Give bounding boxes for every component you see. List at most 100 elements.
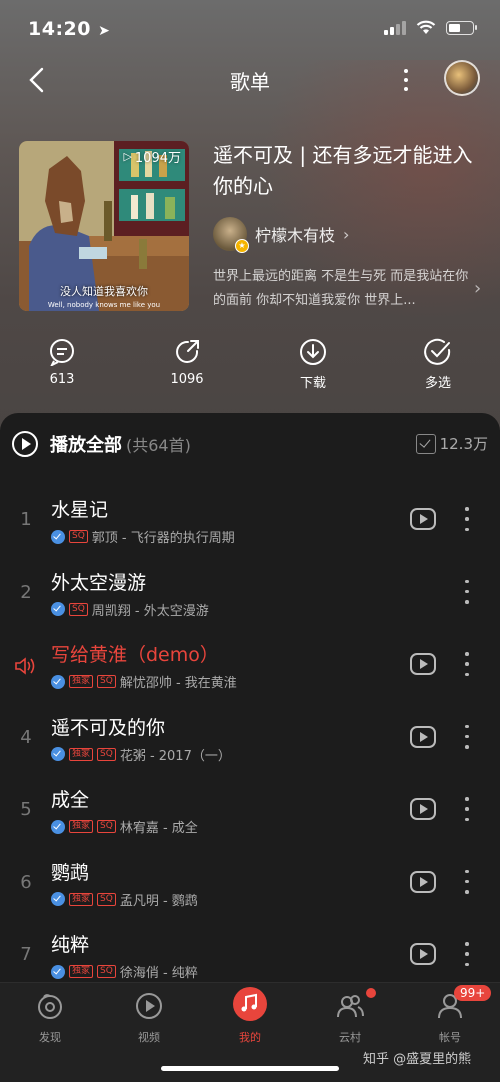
action-bar: 613 1096 下载 多选 [0,338,500,398]
song-title: 写给黄淮（demo） [51,644,219,666]
mv-play-icon[interactable] [410,870,436,893]
song-artist-album: 郭顶 - 飞行器的执行周期 [91,531,235,546]
song-row[interactable]: 2 外太空漫游 SQ 周凯翔 - 外太空漫游 [0,558,500,630]
notification-dot [366,988,376,998]
song-meta: 独家 SQ 花粥 - 2017（一） [51,745,231,764]
download-button[interactable]: 下载 [273,338,353,391]
song-row[interactable]: 6 鹦鹉 独家 SQ 孟凡明 - 鹦鹉 [0,848,500,920]
mv-play-icon[interactable] [410,653,436,675]
song-row[interactable]: 4 遥不可及的你 独家 SQ 花粥 - 2017（一） [0,703,500,775]
battery-icon [446,20,477,35]
tab-mine-label: 我的 [239,1031,261,1044]
song-artist-album: 周凯翔 - 外太空漫游 [91,603,209,619]
quality-tag: SQ [69,530,88,543]
playlist-cover[interactable]: ▷ 1094万 没人知道我喜欢你 Well, nobody knows me l… [19,141,189,311]
quality-tag: SQ [97,820,116,833]
quality-tag: SQ [97,965,116,978]
more-icon[interactable] [463,724,471,749]
verified-icon [51,602,65,616]
song-row[interactable]: 1 水星记 SQ 郭顶 - 飞行器的执行周期 [0,485,500,557]
avatar[interactable] [444,60,480,96]
chevron-right-icon[interactable]: › [474,278,481,299]
song-meta: SQ 周凯翔 - 外太空漫游 [51,600,209,619]
song-title: 鹦鹉 [51,861,90,884]
song-index: 7 [20,944,32,965]
song-row[interactable]: 5 成全 独家 SQ 林宥嘉 - 成全 [0,775,500,847]
song-artist-album: 林宥嘉 - 成全 [119,821,198,836]
mv-play-icon[interactable] [410,943,436,965]
song-index: 4 [20,726,32,748]
more-icon[interactable] [463,942,471,966]
song-index: 5 [20,799,32,820]
status-time: 14:20 ➤ [28,18,111,40]
playlist-description[interactable]: 世界上最远的距离 不是生与死 而是我站在你的面前 你却不知道我爱你 世界上... [213,265,478,313]
download-icon [300,339,326,365]
check-circle-icon [424,338,451,365]
verified-icon [51,674,65,689]
more-icon[interactable] [463,797,471,821]
more-icon[interactable] [395,64,417,96]
quality-tag: 独家 [69,820,94,833]
quality-tag: 独家 [69,675,94,688]
play-all-label: 播放全部 [50,435,122,456]
song-title: 遥不可及的你 [51,716,166,739]
page-title: 歌单 [230,70,270,94]
song-meta: 独家 SQ 林宥嘉 - 成全 [51,817,198,836]
collect-icon [415,433,436,454]
more-icon[interactable] [463,869,471,894]
quality-tag: SQ [69,602,88,616]
wifi-icon [416,20,436,34]
song-artist-album: 孟凡明 - 鹦鹉 [119,893,198,909]
quality-tag: 独家 [69,747,94,761]
discover-icon [38,994,62,1019]
quality-tag: SQ [97,892,116,906]
home-indicator[interactable] [161,1066,339,1071]
download-label: 下载 [299,376,326,391]
comment-count: 613 [49,372,75,387]
song-meta: 独家 SQ 徐海俏 - 纯粹 [51,962,198,981]
tab-village[interactable]: 云村 [315,991,385,1045]
tab-discover[interactable]: 发现 [15,991,85,1045]
tab-video-label: 视频 [138,1031,160,1044]
more-icon[interactable] [463,507,471,531]
tab-village-label: 云村 [339,1031,361,1044]
collect-button[interactable]: 12.3万 [415,433,488,454]
song-title: 纯粹 [51,934,90,956]
verified-icon [51,529,65,544]
play-all-button[interactable]: 播放全部 (共64首) [12,429,191,459]
tab-video[interactable]: 视频 [114,991,184,1045]
play-circle-icon [12,431,38,457]
more-icon[interactable] [463,652,471,676]
collect-count: 12.3万 [439,435,488,453]
verified-icon [51,819,65,834]
multi-select-button[interactable]: 多选 [398,338,478,391]
mv-play-icon[interactable] [410,508,436,530]
comment-icon [50,339,74,366]
tab-mine[interactable]: 我的 [215,987,285,1045]
video-icon [136,993,162,1019]
mv-play-icon[interactable] [410,725,436,748]
creator[interactable]: ★ 柠檬木有枝 › [213,217,350,253]
song-title: 成全 [51,789,90,811]
play-icon: ▷ [123,150,132,163]
account-badge: 99+ [454,985,492,1001]
share-icon [176,340,199,363]
comment-button[interactable]: 613 [22,338,102,387]
signal-icon [384,20,406,35]
status-bar: 14:20 ➤ [0,0,500,56]
song-meta: 独家 SQ 解忧邵帅 - 我在黄淮 [51,672,237,691]
song-artist-album: 徐海俏 - 纯粹 [119,966,198,981]
more-icon[interactable] [463,579,471,604]
play-count: ▷ 1094万 [123,150,181,166]
verified-icon [51,892,65,906]
share-button[interactable]: 1096 [147,338,227,387]
status-icons [384,20,477,35]
share-count: 1096 [170,372,204,387]
song-index: 1 [20,509,32,530]
song-row[interactable]: 写给黄淮（demo） 独家 SQ 解忧邵帅 - 我在黄淮 [0,630,500,702]
song-meta: 独家 SQ 孟凡明 - 鹦鹉 [51,890,198,909]
friends-icon [337,995,364,1018]
song-list: 播放全部 (共64首) 12.3万 1 水星记 SQ 郭顶 - 飞行器的执行周期… [0,413,500,983]
mv-play-icon[interactable] [410,798,436,820]
chevron-right-icon: › [343,224,350,244]
